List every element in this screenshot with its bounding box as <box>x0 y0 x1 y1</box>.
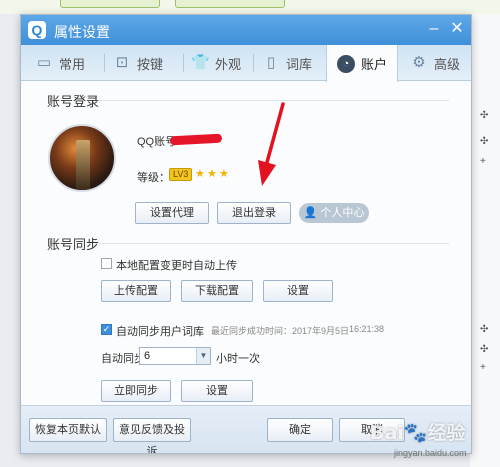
redaction-mark <box>169 133 223 146</box>
proxy-settings-button[interactable]: 设置代理 <box>135 202 209 224</box>
tab-divider <box>104 54 105 72</box>
shirt-icon: 👕 <box>191 54 210 71</box>
tab-bar: ▭ 常用 ⊡ 按键 👕 外观 ▯ 词库 ◔ 账户 ⚙ 高级 <box>21 45 471 82</box>
sync-now-button[interactable]: 立即同步 <box>101 380 171 402</box>
tab-dictionary[interactable]: ▯ 词库 <box>262 45 312 81</box>
plus-icon: + <box>480 362 486 373</box>
book-icon: ▯ <box>266 54 276 71</box>
tab-label: 常用 <box>59 56 86 72</box>
download-config-button[interactable]: 下载配置 <box>181 280 253 302</box>
tab-label: 词库 <box>286 56 313 72</box>
chevron-down-icon[interactable]: ▼ <box>196 348 210 364</box>
drag-handle-icon: ✣ <box>480 324 489 335</box>
user-icon: ◔ <box>337 54 355 73</box>
title-bar[interactable]: Q 属性设置 – ✕ <box>21 15 471 45</box>
personal-center-button[interactable]: 👤 个人中心 <box>299 203 369 223</box>
minimize-button[interactable]: – <box>423 19 445 39</box>
drag-handle-icon: ✣ <box>480 110 489 121</box>
avatar[interactable] <box>48 124 116 192</box>
account-page: 账号登录 QQ账号 等级： LV3 ★ ★ ★ 设置代理 退出登录 👤 个人中心… <box>21 82 471 405</box>
sync-settings-button-2[interactable]: 设置 <box>181 380 253 402</box>
star-icon: ★ <box>207 168 217 180</box>
sync-interval-value: 6 <box>144 350 151 362</box>
auto-upload-label: 本地配置变更时自动上传 <box>116 260 237 272</box>
watermark-url: jingyan.baidu.com <box>394 448 467 458</box>
app-logo-icon: Q <box>28 21 46 39</box>
tab-appearance[interactable]: 👕 外观 <box>191 45 241 81</box>
star-icon: ★ <box>195 168 205 180</box>
star-icon: ★ <box>219 168 229 180</box>
background-app-strip <box>0 0 500 14</box>
watermark-logo: Bai🐾经验 <box>370 422 466 444</box>
last-sync-note: 最近同步成功时间：2017年9月5日 <box>211 326 350 336</box>
plus-icon: + <box>480 156 486 167</box>
auto-sync-dict-checkbox[interactable]: ✓ <box>101 324 112 335</box>
restore-defaults-button[interactable]: 恢复本页默认 <box>29 418 107 442</box>
close-button[interactable]: ✕ <box>446 19 468 39</box>
sync-interval-select[interactable]: 6 ▼ <box>139 347 211 365</box>
drag-handle-icon: ✣ <box>480 344 489 355</box>
level-badge: LV3 <box>169 168 193 181</box>
tab-label: 账户 <box>361 57 388 72</box>
section-title-sync: 账号同步 <box>47 237 100 252</box>
last-sync-time: 16:21:38 <box>349 324 385 334</box>
tab-divider <box>183 54 184 72</box>
tab-label: 按键 <box>137 56 164 72</box>
gear-icon: ⚙ <box>412 54 426 71</box>
keyboard-icon: ⊡ <box>115 54 129 71</box>
sync-settings-button[interactable]: 设置 <box>263 280 333 302</box>
drag-handle-icon: ✣ <box>480 136 489 147</box>
person-icon: 👤 <box>303 207 321 219</box>
personal-center-label: 个人中心 <box>320 207 365 219</box>
window-title: 属性设置 <box>54 24 110 40</box>
tab-common[interactable]: ▭ 常用 <box>35 45 85 81</box>
interval-unit-label: 小时一次 <box>216 353 260 365</box>
background-panel-right: ✣ ✣ + ✣ ✣ + <box>470 14 500 467</box>
section-divider <box>99 100 449 101</box>
tab-label: 高级 <box>434 56 461 72</box>
tab-keys[interactable]: ⊡ 按键 <box>113 45 163 81</box>
background-button <box>175 0 285 8</box>
level-label: 等级： <box>137 172 170 184</box>
section-divider <box>99 243 449 244</box>
section-title-login: 账号登录 <box>47 94 100 109</box>
monitor-icon: ▭ <box>36 54 52 71</box>
avatar-image <box>76 140 90 190</box>
auto-sync-dict-label: 自动同步用户词库 <box>116 326 204 338</box>
upload-config-button[interactable]: 上传配置 <box>101 280 171 302</box>
tab-account[interactable]: ◔ 账户 <box>326 45 398 82</box>
background-button <box>60 0 160 8</box>
feedback-button[interactable]: 意见反馈及投诉 <box>113 418 191 453</box>
auto-upload-checkbox[interactable] <box>101 258 112 269</box>
tab-divider <box>253 54 254 72</box>
settings-window: Q 属性设置 – ✕ ▭ 常用 ⊡ 按键 👕 外观 ▯ 词库 ◔ 账户 ⚙ 高级… <box>20 14 472 454</box>
tab-label: 外观 <box>215 56 242 72</box>
logout-button[interactable]: 退出登录 <box>217 202 291 224</box>
ok-button[interactable]: 确定 <box>267 418 333 442</box>
tab-advanced[interactable]: ⚙ 高级 <box>410 45 460 81</box>
